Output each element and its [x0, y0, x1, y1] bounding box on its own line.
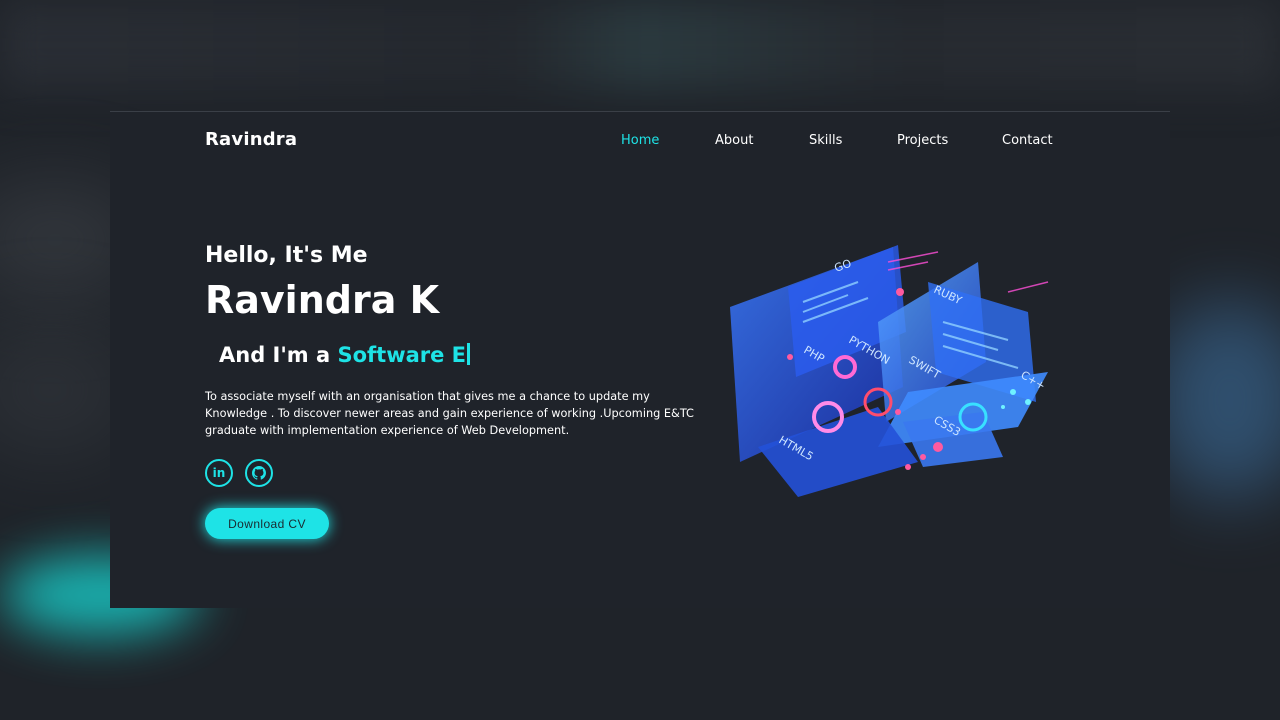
linkedin-icon[interactable]: in: [205, 459, 233, 487]
tech-isometric-illustration: GO RUBY PHP PYTHON SWIFT C++ CSS3 HTML5: [730, 245, 1049, 497]
role-typed-text: Software E: [337, 343, 467, 367]
role-prefix: And I'm a: [219, 343, 331, 367]
nav-about[interactable]: About: [715, 133, 753, 148]
nav-projects[interactable]: Projects: [897, 133, 948, 148]
nav-home[interactable]: Home: [621, 133, 659, 148]
typing-cursor: [467, 343, 471, 365]
nav-skills[interactable]: Skills: [809, 133, 842, 148]
hero-bio: To associate myself with an organisation…: [205, 390, 694, 437]
nav-contact[interactable]: Contact: [1002, 133, 1053, 148]
backdrop-top-blur: [0, 0, 1280, 90]
github-glyph: [252, 466, 266, 480]
portfolio-page: Ravindra Home About Skills Projects Cont…: [110, 111, 1170, 608]
hero-greeting: Hello, It's Me: [205, 243, 368, 268]
hero-role: And I'm a Software E: [219, 343, 471, 367]
github-icon[interactable]: [245, 459, 273, 487]
download-cv-button[interactable]: Download CV: [205, 508, 329, 539]
hero-name: Ravindra K: [205, 278, 440, 322]
brand-logo[interactable]: Ravindra: [205, 129, 297, 150]
social-links: in: [205, 459, 273, 487]
